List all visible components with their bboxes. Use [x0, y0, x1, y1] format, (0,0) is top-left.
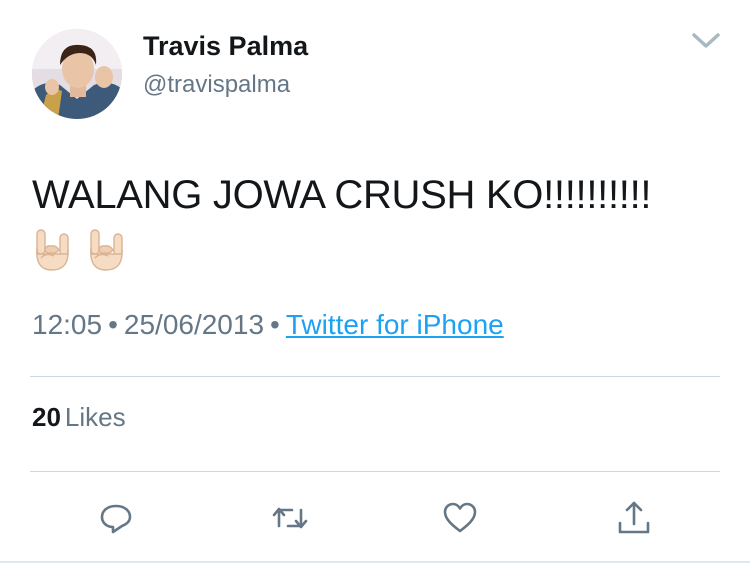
- likes-stat[interactable]: 20 Likes: [32, 400, 126, 434]
- display-name[interactable]: Travis Palma: [143, 29, 308, 63]
- meta-separator: •: [108, 309, 118, 340]
- like-button[interactable]: [440, 498, 480, 538]
- tweet-date[interactable]: 25/06/2013: [124, 309, 264, 340]
- heart-icon: [443, 502, 477, 533]
- tweet-meta: 12:05 • 25/06/2013 • Twitter for iPhone: [32, 307, 504, 343]
- divider: [30, 471, 720, 472]
- source-link[interactable]: Twitter for iPhone: [286, 309, 504, 340]
- share-icon: [618, 501, 650, 534]
- chevron-down-icon[interactable]: [688, 28, 724, 52]
- sign-of-the-horns-emoji: [36, 229, 69, 271]
- user-handle[interactable]: @travispalma: [143, 70, 290, 100]
- avatar-photo: [32, 29, 122, 119]
- retweet-button[interactable]: [270, 498, 310, 538]
- emoji-row: [32, 228, 128, 272]
- meta-separator: •: [270, 309, 280, 340]
- reply-button[interactable]: [96, 498, 136, 538]
- avatar[interactable]: [32, 29, 122, 119]
- share-button[interactable]: [614, 498, 654, 538]
- reply-icon: [100, 504, 132, 534]
- tweet-text: WALANG JOWA CRUSH KO!!!!!!!!!!: [32, 173, 652, 217]
- likes-label: Likes: [64, 402, 126, 432]
- sign-of-the-horns-emoji: [90, 229, 123, 271]
- retweet-icon: [272, 507, 308, 529]
- divider: [30, 376, 720, 377]
- tweet-time[interactable]: 12:05: [32, 309, 102, 340]
- likes-count: 20: [32, 402, 61, 432]
